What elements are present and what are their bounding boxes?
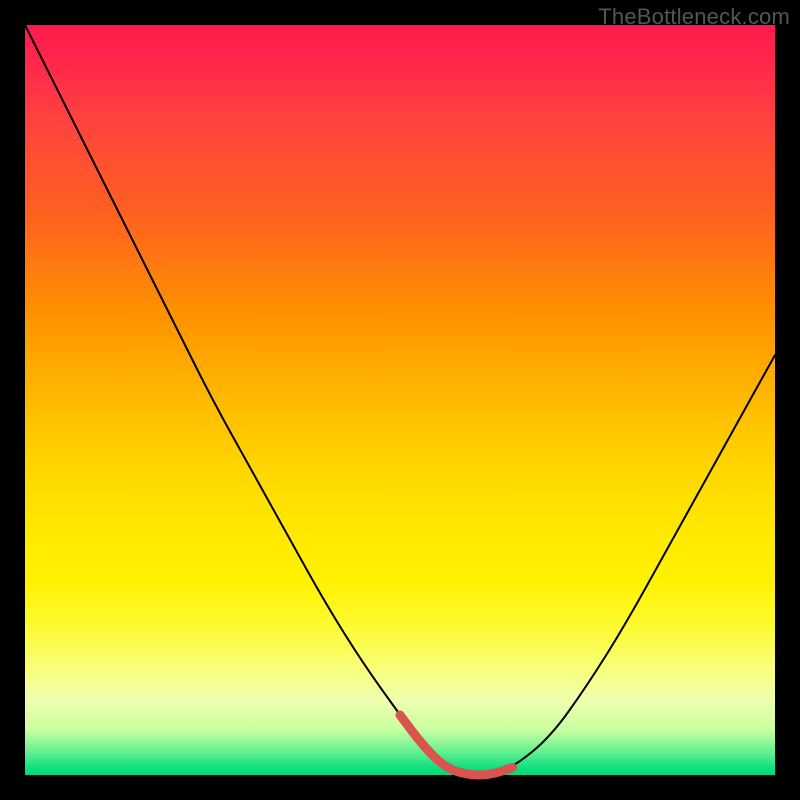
chart-container: TheBottleneck.com <box>0 0 800 800</box>
bottleneck-curve-svg <box>25 25 775 775</box>
bottleneck-curve-path <box>25 25 775 775</box>
plot-area <box>25 25 775 775</box>
optimal-zone-highlight <box>400 715 513 775</box>
watermark-text: TheBottleneck.com <box>598 4 790 30</box>
